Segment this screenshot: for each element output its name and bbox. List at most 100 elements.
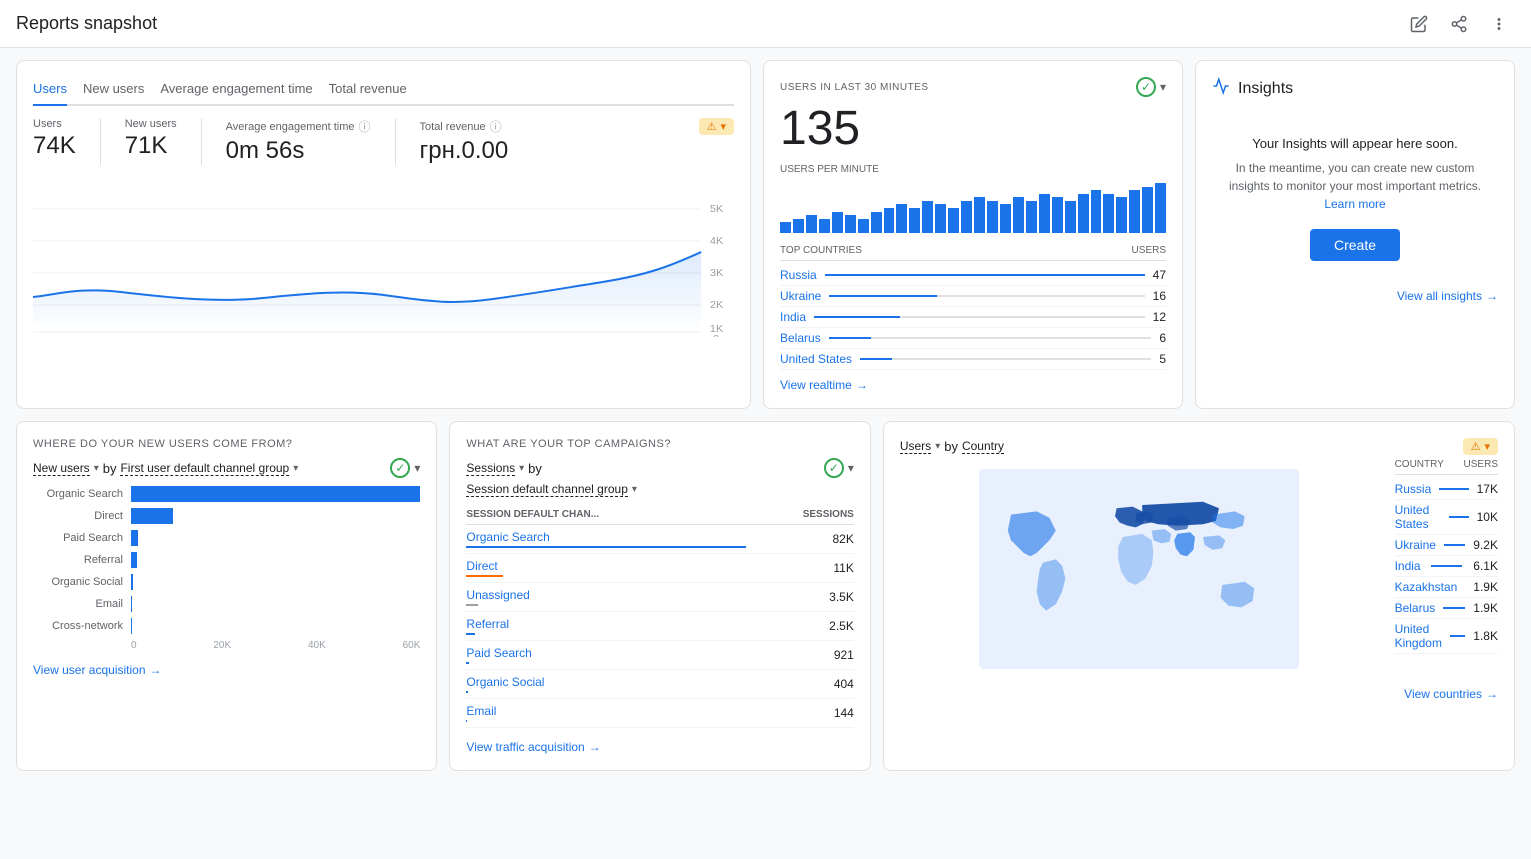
geo-country-bar: [1431, 565, 1462, 567]
campaign-name[interactable]: Unassigned: [466, 583, 746, 612]
users-geo-selector-button[interactable]: Users ▾: [900, 439, 940, 454]
sessions-selector-button[interactable]: Sessions ▾: [466, 461, 524, 476]
share-icon[interactable]: [1443, 8, 1475, 40]
geo-country-table: COUNTRY USERS Russia 17K United States 1…: [1395, 459, 1498, 654]
page-title: Reports snapshot: [16, 13, 157, 34]
world-map-svg: [979, 469, 1299, 669]
divider1: [100, 118, 101, 165]
chevron-down-icon: ▾: [1484, 440, 1490, 453]
realtime-check-dropdown[interactable]: ✓ ▾: [1136, 77, 1166, 97]
campaign-name[interactable]: Organic Social: [466, 670, 746, 699]
geo-country-name[interactable]: Belarus: [1395, 601, 1436, 615]
hbar-bar: [131, 530, 138, 546]
status-ok-icon: ✓: [824, 458, 844, 478]
campaign-row: Direct 11K: [466, 554, 853, 583]
geo-country-bar: [1444, 544, 1465, 546]
view-countries-link[interactable]: View countries →: [900, 687, 1498, 701]
mini-bar: [1155, 183, 1166, 233]
dimension-selector-button[interactable]: First user default channel group ▾: [120, 461, 298, 476]
country-name[interactable]: Russia: [780, 268, 817, 282]
channel-label: Cross-network: [33, 620, 123, 632]
campaign-row: Email 144: [466, 699, 853, 728]
campaign-row: Referral 2.5K: [466, 612, 853, 641]
svg-text:0: 0: [713, 334, 719, 337]
edit-icon[interactable]: [1403, 8, 1435, 40]
main-content: Users New users Average engagement time …: [0, 48, 1531, 783]
geo-country-value: 6.1K: [1473, 559, 1498, 573]
mini-bar: [922, 201, 933, 233]
tab-new-users[interactable]: New users: [83, 77, 144, 106]
geo-warning-badge[interactable]: ⚠ ▾: [1463, 438, 1498, 455]
user-acquisition-card: WHERE DO YOUR NEW USERS COME FROM? New u…: [16, 421, 437, 771]
insights-learn-more-link[interactable]: Learn more: [1324, 197, 1385, 211]
channel-group-selector-button[interactable]: Session default channel group ▾: [466, 482, 636, 497]
total-revenue-info-icon[interactable]: ⓘ: [490, 118, 502, 135]
acquisition-check-dropdown[interactable]: ✓ ▾: [390, 458, 420, 478]
campaign-value: 921: [746, 641, 854, 670]
mini-bar: [948, 208, 959, 233]
view-realtime-link[interactable]: View realtime →: [780, 378, 1166, 392]
campaign-name[interactable]: Email: [466, 699, 746, 728]
country-bar: [825, 274, 1145, 276]
channel-group-label: Session default channel group: [466, 482, 627, 497]
campaign-name[interactable]: Organic Search: [466, 525, 746, 554]
warning-badge[interactable]: ⚠ ▾: [699, 118, 734, 135]
country-name[interactable]: India: [780, 310, 806, 324]
campaigns-check-dropdown[interactable]: ✓ ▾: [824, 458, 854, 478]
insights-card: Insights Your Insights will appear here …: [1195, 60, 1515, 409]
campaigns-table-header: SESSION DEFAULT CHAN... SESSIONS: [466, 505, 853, 525]
acquisition-bar-row: Paid Search: [33, 530, 420, 546]
tab-users[interactable]: Users: [33, 77, 67, 106]
geo-country-row: Kazakhstan 1.9K: [1395, 577, 1498, 598]
country-name[interactable]: Belarus: [780, 331, 821, 345]
campaign-name[interactable]: Paid Search: [466, 641, 746, 670]
acquisition-bar-chart: Organic Search Direct Paid Search Referr…: [33, 486, 420, 634]
chevron-down-icon: ▾: [848, 461, 854, 475]
view-all-insights-link[interactable]: View all insights →: [1212, 289, 1498, 303]
geo-country-name[interactable]: United States: [1395, 503, 1441, 531]
avg-engagement-info-icon[interactable]: ⓘ: [359, 118, 371, 135]
more-options-icon[interactable]: [1483, 8, 1515, 40]
mini-bar: [1039, 194, 1050, 233]
country-selector-button[interactable]: Country: [962, 439, 1004, 454]
total-revenue-metric: Total revenue ⓘ грн.0.00: [420, 118, 509, 165]
mini-bar: [1065, 201, 1076, 233]
geo-country-bar: [1439, 488, 1468, 490]
view-user-acquisition-link[interactable]: View user acquisition →: [33, 663, 420, 677]
avg-engagement-value: 0m 56s: [226, 137, 371, 165]
by-label: by: [528, 461, 542, 476]
geo-country-name[interactable]: United Kingdom: [1395, 622, 1442, 650]
avg-engagement-label: Average engagement time ⓘ: [226, 118, 371, 135]
geo-country-name[interactable]: Ukraine: [1395, 538, 1436, 552]
view-traffic-acquisition-link[interactable]: View traffic acquisition →: [466, 740, 853, 754]
tab-avg-engagement[interactable]: Average engagement time: [160, 77, 312, 106]
mini-bar: [832, 212, 843, 233]
users-value: 74K: [33, 132, 76, 160]
hbar-bar-wrap: [131, 508, 420, 524]
tab-total-revenue[interactable]: Total revenue: [329, 77, 407, 106]
metric-selector-button[interactable]: New users ▾: [33, 461, 99, 476]
country-bar-wrap: [825, 274, 1145, 276]
country-bar-wrap: [829, 295, 1144, 297]
campaign-name[interactable]: Direct: [466, 554, 746, 583]
campaign-value: 82K: [746, 525, 854, 554]
campaign-bar: [466, 633, 474, 635]
mini-bar: [780, 222, 791, 233]
geo-country-name[interactable]: India: [1395, 559, 1421, 573]
create-insights-button[interactable]: Create: [1310, 229, 1400, 261]
geo-country-name[interactable]: Russia: [1395, 482, 1432, 496]
acquisition-bar-row: Organic Social: [33, 574, 420, 590]
campaign-bar: [466, 604, 478, 606]
geo-check-dropdown[interactable]: ⚠ ▾: [1463, 438, 1498, 455]
campaign-bar: [466, 720, 467, 722]
country-name[interactable]: Ukraine: [780, 289, 821, 303]
hbar-bar-wrap: [131, 530, 420, 546]
geo-country-row: Belarus 1.9K: [1395, 598, 1498, 619]
country-name[interactable]: United States: [780, 352, 852, 366]
campaigns-section-title: WHAT ARE YOUR TOP CAMPAIGNS?: [466, 438, 853, 450]
row1: Users New users Average engagement time …: [16, 60, 1515, 409]
mini-bar: [1129, 190, 1140, 233]
campaign-name[interactable]: Referral: [466, 612, 746, 641]
geo-country-name[interactable]: Kazakhstan: [1395, 580, 1458, 594]
line-chart-area: 5K 4K 3K 2K 1K 0 30 Apr 07 May 14 21: [33, 177, 734, 357]
